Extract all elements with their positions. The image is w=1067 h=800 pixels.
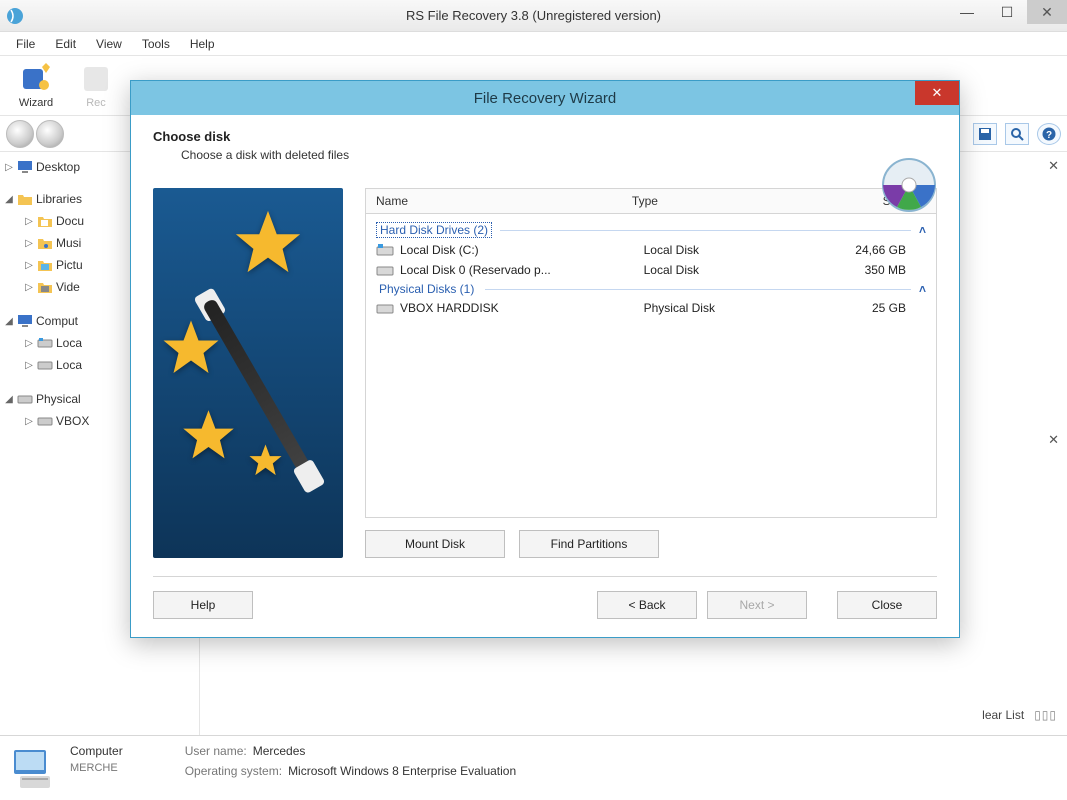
divider: [153, 576, 937, 577]
wizard-titlebar: File Recovery Wizard ✕: [131, 81, 959, 115]
mount-disk-button[interactable]: Mount Disk: [365, 530, 505, 558]
disk-type: Physical Disk: [644, 301, 794, 315]
wizard-image: [153, 188, 343, 558]
wizard-subheading: Choose a disk with deleted files: [181, 148, 937, 162]
disk-row-local-0[interactable]: Local Disk 0 (Reservado p... Local Disk …: [366, 260, 936, 280]
drive-icon: [376, 243, 394, 257]
disk-row-vbox[interactable]: VBOX HARDDISK Physical Disk 25 GB: [366, 298, 936, 318]
divider: [500, 230, 911, 231]
chevron-up-icon: ˄: [919, 282, 926, 296]
find-partitions-button[interactable]: Find Partitions: [519, 530, 659, 558]
wizard-back-button[interactable]: < Back: [597, 591, 697, 619]
disk-row-local-c[interactable]: Local Disk (C:) Local Disk 24,66 GB: [366, 240, 936, 260]
disk-type: Local Disk: [644, 263, 794, 277]
wizard-heading: Choose disk: [153, 129, 937, 144]
col-type[interactable]: Type: [622, 189, 787, 213]
wizard-help-button[interactable]: Help: [153, 591, 253, 619]
group-hard-disks[interactable]: Hard Disk Drives (2) ˄: [366, 220, 936, 240]
group-label: Hard Disk Drives (2): [376, 222, 492, 238]
drive-icon: [376, 301, 394, 315]
wizard-next-button[interactable]: Next >: [707, 591, 807, 619]
disc-icon: [881, 157, 937, 213]
chevron-up-icon: ˄: [919, 223, 926, 237]
divider: [485, 289, 911, 290]
modal-overlay: File Recovery Wizard ✕ Choose disk Choos…: [0, 0, 1067, 800]
disk-name: Local Disk (C:): [400, 243, 644, 257]
group-label: Physical Disks (1): [376, 282, 477, 296]
disk-size: 350 MB: [794, 263, 926, 277]
disk-size: 25 GB: [794, 301, 926, 315]
wizard-close-button[interactable]: ✕: [915, 81, 959, 105]
wizard-disk-list: Name Type Size Hard Disk Drives (2) ˄ Lo…: [365, 188, 937, 558]
disk-type: Local Disk: [644, 243, 794, 257]
wizard-close-button-footer[interactable]: Close: [837, 591, 937, 619]
disk-name: Local Disk 0 (Reservado p...: [400, 263, 644, 277]
wizard-dialog: File Recovery Wizard ✕ Choose disk Choos…: [130, 80, 960, 638]
wizard-title: File Recovery Wizard: [131, 90, 959, 107]
drive-icon: [376, 263, 394, 277]
col-name[interactable]: Name: [366, 189, 622, 213]
table-header: Name Type Size: [365, 188, 937, 214]
disk-size: 24,66 GB: [794, 243, 926, 257]
disk-name: VBOX HARDDISK: [400, 301, 644, 315]
group-physical-disks[interactable]: Physical Disks (1) ˄: [366, 280, 936, 298]
